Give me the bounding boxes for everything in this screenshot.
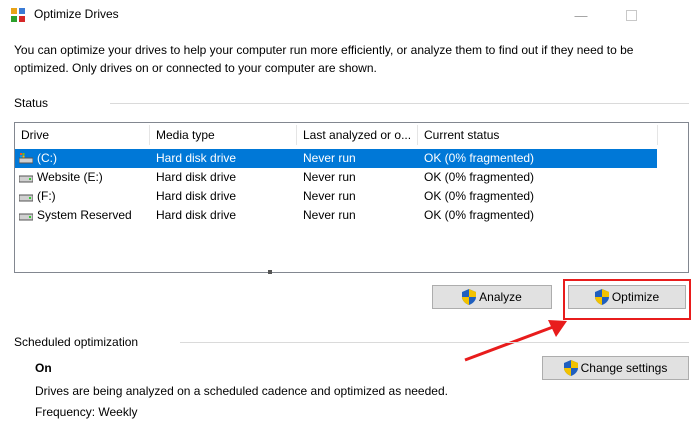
change-settings-button[interactable]: Change settings xyxy=(542,356,689,380)
drive-name: System Reserved xyxy=(37,208,132,222)
drive-last-analyzed: Never run xyxy=(303,151,356,165)
minimize-icon: — xyxy=(574,7,588,23)
drive-current-status: OK (0% fragmented) xyxy=(424,189,535,203)
defrag-app-icon xyxy=(10,7,26,23)
maximize-icon xyxy=(625,9,637,21)
drive-row[interactable]: Website (E:) Hard disk drive Never run O… xyxy=(15,168,657,187)
drive-row[interactable]: (F:) Hard disk drive Never run OK (0% fr… xyxy=(15,187,657,206)
column-header-current-status[interactable]: Current status xyxy=(418,123,658,147)
drive-name: (F:) xyxy=(37,189,56,203)
analyze-button[interactable]: Analyze xyxy=(432,285,552,309)
schedule-frequency: Frequency: Weekly xyxy=(35,405,138,419)
system-drive-icon xyxy=(18,153,34,164)
uac-shield-icon xyxy=(563,360,578,376)
drive-last-analyzed: Never run xyxy=(303,208,356,222)
schedule-detail: Drives are being analyzed on a scheduled… xyxy=(35,384,448,398)
window-title: Optimize Drives xyxy=(34,7,119,21)
drive-row[interactable]: (C:) Hard disk drive Never run OK (0% fr… xyxy=(15,149,657,168)
status-separator xyxy=(110,103,689,104)
drive-icon xyxy=(18,172,34,183)
column-header-drive[interactable]: Drive xyxy=(15,123,150,147)
analyze-button-label: Analyze xyxy=(479,290,522,304)
scheduled-separator xyxy=(180,342,689,343)
drive-current-status: OK (0% fragmented) xyxy=(424,151,535,165)
minimize-button[interactable]: — xyxy=(558,0,604,30)
drive-media-type: Hard disk drive xyxy=(156,208,237,222)
drive-media-type: Hard disk drive xyxy=(156,170,237,184)
change-settings-label: Change settings xyxy=(580,361,668,375)
drive-name: (C:) xyxy=(37,151,57,165)
drive-icon xyxy=(18,191,34,202)
highlight-box xyxy=(563,279,691,320)
drive-icon xyxy=(18,210,34,221)
status-label: Status xyxy=(14,96,49,110)
resize-grip[interactable] xyxy=(268,270,272,274)
drive-list-header: Drive Media type Last analyzed or o... C… xyxy=(15,123,688,147)
drive-media-type: Hard disk drive xyxy=(156,151,237,165)
schedule-state: On xyxy=(35,361,52,375)
drive-current-status: OK (0% fragmented) xyxy=(424,170,535,184)
column-header-last-analyzed[interactable]: Last analyzed or o... xyxy=(297,123,418,147)
title-bar: Optimize Drives — xyxy=(0,0,697,30)
drive-current-status: OK (0% fragmented) xyxy=(424,208,535,222)
drive-name: Website (E:) xyxy=(37,170,103,184)
column-header-media-type[interactable]: Media type xyxy=(150,123,297,147)
drive-media-type: Hard disk drive xyxy=(156,189,237,203)
drive-last-analyzed: Never run xyxy=(303,170,356,184)
maximize-button[interactable] xyxy=(608,0,654,30)
drive-last-analyzed: Never run xyxy=(303,189,356,203)
drive-list[interactable]: Drive Media type Last analyzed or o... C… xyxy=(14,122,689,273)
description-text: You can optimize your drives to help you… xyxy=(14,43,634,75)
scheduled-optimization-label: Scheduled optimization xyxy=(14,335,139,349)
drive-row[interactable]: System Reserved Hard disk drive Never ru… xyxy=(15,206,657,225)
uac-shield-icon xyxy=(462,289,477,305)
